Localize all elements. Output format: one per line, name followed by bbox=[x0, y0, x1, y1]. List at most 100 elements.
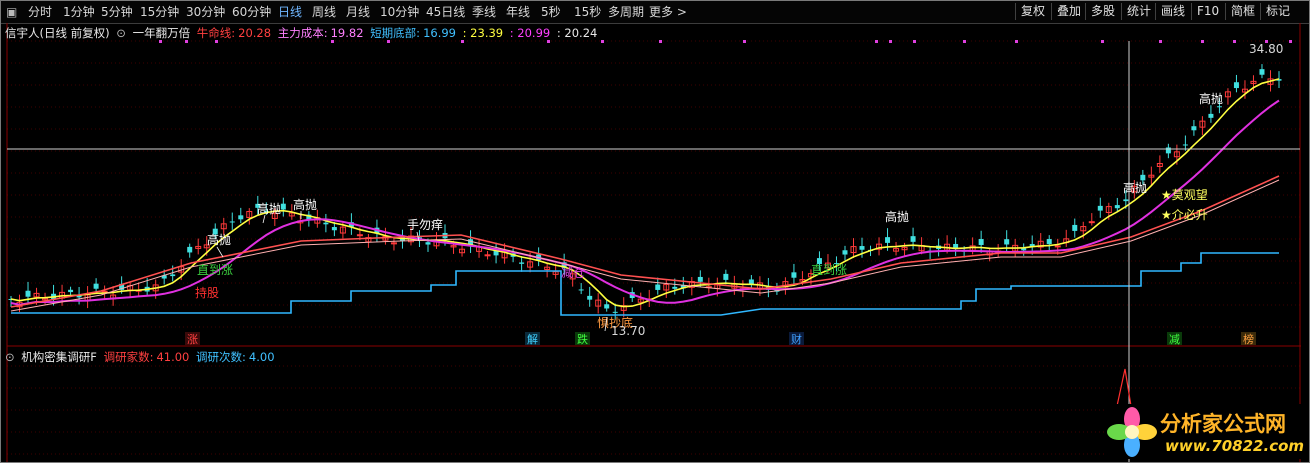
annotation-label: 高抛 bbox=[1123, 180, 1147, 195]
annotation-leader bbox=[262, 214, 266, 224]
candle-body bbox=[93, 283, 99, 289]
candle-body bbox=[1072, 224, 1078, 231]
signal-dot bbox=[1289, 40, 1292, 43]
signal-dot bbox=[601, 40, 604, 43]
annotation-label: ★介必升 bbox=[1161, 208, 1208, 222]
signal-dot bbox=[743, 40, 746, 43]
signal-dot bbox=[963, 40, 966, 43]
bottom-value: 16.99 bbox=[423, 26, 456, 40]
annotation-label: 直到涨 bbox=[811, 262, 847, 277]
candle-body bbox=[187, 246, 193, 253]
candle-body bbox=[1140, 174, 1146, 181]
signal-dot bbox=[1015, 40, 1018, 43]
candle-body bbox=[356, 234, 363, 237]
candle-body bbox=[655, 284, 661, 290]
candle-body bbox=[280, 203, 286, 210]
annotation-label: 高抛 bbox=[1199, 91, 1223, 106]
annotation-label: 持股 bbox=[195, 285, 219, 300]
signal-dot bbox=[547, 40, 550, 43]
candle-body bbox=[1097, 205, 1103, 211]
annotation-label: 高抛 bbox=[257, 201, 281, 216]
candle-body bbox=[1114, 205, 1120, 209]
candle-body bbox=[425, 242, 431, 245]
annotation-label: 减仓 bbox=[561, 266, 585, 280]
candle-body bbox=[1088, 221, 1095, 224]
kline-chart[interactable]: 高抛高抛 高抛高抛高抛高抛手勿痒直到涨 直到涨持股减仓惧抄底13.70★莫观望★介必… bbox=[1, 1, 1309, 462]
candle-body bbox=[323, 222, 329, 225]
value-1: : 23.39 bbox=[462, 26, 504, 40]
candle-body bbox=[885, 237, 891, 243]
candle-body bbox=[672, 286, 678, 289]
signal-dot bbox=[331, 40, 334, 43]
signal-dot bbox=[875, 40, 878, 43]
chevron-down-icon[interactable]: ⊙ bbox=[5, 350, 15, 364]
candle-body bbox=[519, 262, 525, 264]
candle-body bbox=[331, 227, 337, 231]
badge-label: 涨 bbox=[187, 333, 198, 346]
badge-label: 榜 bbox=[1243, 332, 1254, 346]
watermark: 分析家公式网 www.70822.com bbox=[1105, 404, 1305, 459]
annotation-label: 手勿痒 bbox=[407, 217, 443, 232]
candle-body bbox=[484, 254, 491, 257]
cost-label: 主力成本: bbox=[277, 26, 328, 40]
sub-indicator-legend: ⊙ 机构密集调研F 调研家数: 41.00 调研次数: 4.00 bbox=[5, 350, 278, 364]
candle-body bbox=[238, 215, 244, 220]
signal-dot bbox=[659, 40, 662, 43]
signal-dot bbox=[461, 40, 464, 43]
signal-dot bbox=[1201, 40, 1204, 43]
signal-dot bbox=[185, 40, 188, 43]
candle-body bbox=[1216, 106, 1222, 108]
candle-body bbox=[978, 239, 984, 245]
candle-body bbox=[25, 290, 31, 297]
lifeline-label: 牛命线: bbox=[196, 26, 236, 40]
candle-body bbox=[587, 295, 593, 300]
annotation-label: 高抛 bbox=[885, 209, 909, 224]
annotation-label: 直到涨 bbox=[197, 262, 233, 277]
stock-title[interactable]: 信宇人(日线 前复权) bbox=[5, 26, 110, 40]
indicator-name[interactable]: 一年翻万倍 bbox=[133, 26, 191, 40]
candle-body bbox=[1165, 147, 1171, 154]
candle-body bbox=[170, 274, 176, 277]
badge-label: 减 bbox=[1169, 333, 1180, 346]
research-times-label: 调研次数: bbox=[196, 350, 246, 364]
candle-body bbox=[1182, 144, 1188, 146]
candle-body bbox=[723, 273, 729, 280]
signal-dot bbox=[159, 40, 162, 43]
annotation-label: 13.70 bbox=[611, 324, 645, 338]
candle-body bbox=[1054, 245, 1061, 248]
value-3: : 20.24 bbox=[556, 26, 598, 40]
cost-value: 19.82 bbox=[330, 26, 364, 40]
candle-body bbox=[1191, 126, 1197, 131]
sub-indicator-name[interactable]: 机构密集调研F bbox=[21, 350, 97, 364]
candle-body bbox=[1208, 113, 1214, 118]
badge-label: 解 bbox=[527, 332, 538, 346]
candle-body bbox=[1123, 199, 1129, 202]
candle-body bbox=[1004, 239, 1010, 245]
candle-body bbox=[578, 289, 584, 291]
candle-body bbox=[101, 290, 108, 293]
signal-dot bbox=[387, 40, 390, 43]
candle-body bbox=[1046, 239, 1052, 245]
candle-body bbox=[842, 250, 848, 255]
candle-body bbox=[910, 236, 916, 242]
annotation-label: 34.80 bbox=[1249, 42, 1283, 56]
candle-body bbox=[1233, 82, 1239, 89]
candle-body bbox=[604, 304, 610, 309]
candle-body bbox=[1259, 69, 1265, 75]
research-count-value: 41.00 bbox=[156, 350, 190, 364]
signal-dot bbox=[1233, 40, 1236, 43]
chart-window: 分时 1分钟 5分钟 15分钟 30分钟 60分钟 日线 周线 月线 10分钟 45日线 季线 年线 5秒… bbox=[0, 0, 1310, 463]
signal-dot bbox=[1101, 40, 1104, 43]
annotation-leader bbox=[216, 246, 224, 258]
candle-body bbox=[791, 272, 797, 278]
research-times-value: 4.00 bbox=[248, 350, 275, 364]
annotation-label: 高抛 bbox=[293, 197, 317, 212]
chevron-down-icon[interactable]: ⊙ bbox=[116, 26, 126, 40]
value-2: : 20.99 bbox=[509, 26, 551, 40]
signal-dot bbox=[889, 40, 892, 43]
main-indicator-legend: 信宇人(日线 前复权) ⊙ 一年翻万倍 牛命线: 20.28 主力成本: 19.82… bbox=[5, 26, 600, 40]
watermark-title: 分析家公式网 bbox=[1160, 412, 1286, 436]
signal-dot bbox=[913, 40, 916, 43]
candle-body bbox=[612, 311, 618, 313]
badge-label: 财 bbox=[791, 332, 802, 346]
